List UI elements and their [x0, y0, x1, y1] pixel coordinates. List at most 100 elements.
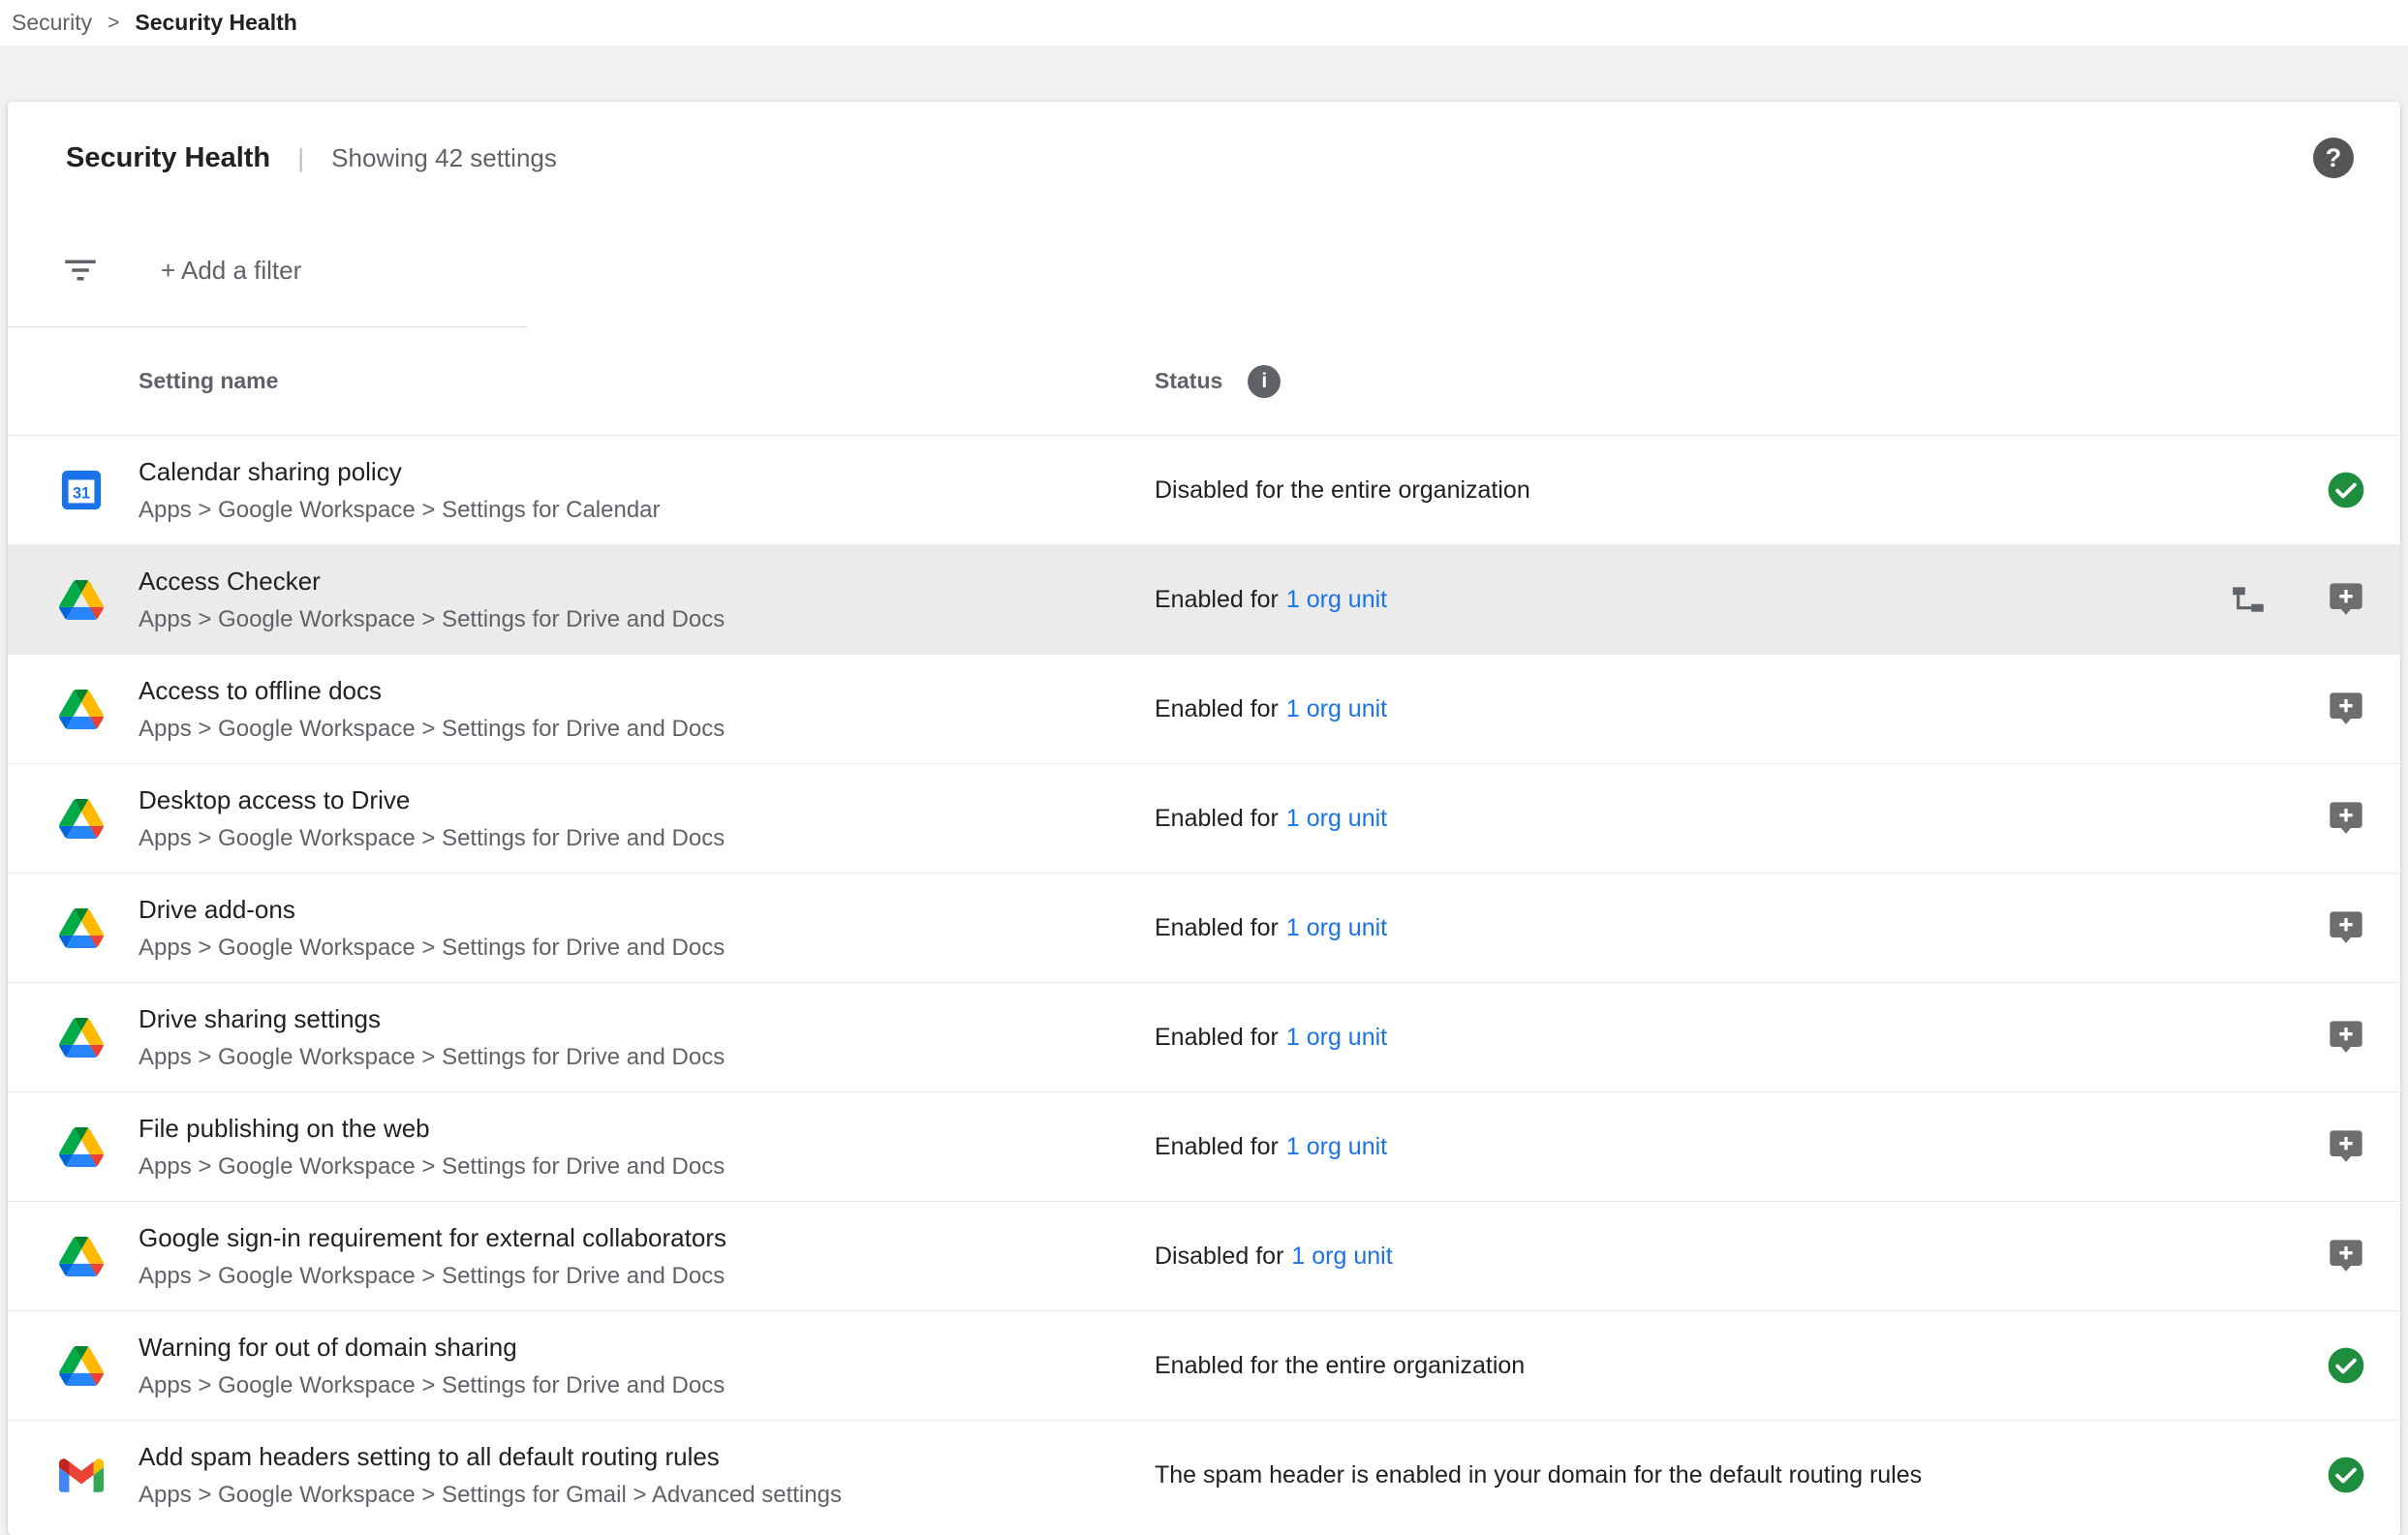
page-title: Security Health — [66, 142, 270, 174]
status-text: The spam header is enabled in your domai… — [1155, 1461, 1922, 1489]
setting-name: Add spam headers setting to all default … — [139, 1441, 1116, 1473]
status-ok-icon — [2327, 471, 2365, 509]
org-unit-link[interactable]: 1 org unit — [1286, 1024, 1387, 1051]
setting-path: Apps > Google Workspace > Settings for D… — [139, 716, 1116, 743]
setting-name: Warning for out of domain sharing — [139, 1332, 1116, 1364]
status-text: Enabled for — [1155, 1024, 1279, 1051]
drive-icon — [58, 1014, 105, 1060]
breadcrumb-separator: > — [108, 12, 119, 35]
setting-status: Disabled for 1 org unit — [1155, 1243, 2327, 1271]
status-ok-icon — [2327, 1456, 2365, 1494]
recommendation-icon[interactable] — [2327, 1018, 2365, 1057]
gmail-icon — [58, 1452, 105, 1498]
table-row[interactable]: 31 Calendar sharing policy Apps > Google… — [8, 435, 2400, 544]
setting-status: The spam header is enabled in your domai… — [1155, 1461, 2327, 1489]
org-unit-link[interactable]: 1 org unit — [1286, 695, 1387, 722]
drive-icon — [58, 1342, 105, 1389]
status-ok-icon — [2327, 1346, 2365, 1385]
setting-name: Desktop access to Drive — [139, 784, 1116, 816]
row-actions — [2327, 1237, 2365, 1275]
column-status: Status i — [1155, 365, 1281, 398]
breadcrumb-security[interactable]: Security — [12, 10, 92, 36]
status-text: Enabled for — [1155, 914, 1279, 941]
table-row[interactable]: Drive sharing settings Apps > Google Wor… — [8, 982, 2400, 1091]
column-setting-name: Setting name — [139, 368, 1155, 394]
setting-name: Access to offline docs — [139, 675, 1116, 707]
setting-status: Enabled for the entire organization — [1155, 1352, 2327, 1380]
status-text: Enabled for — [1155, 695, 1279, 722]
setting-path: Apps > Google Workspace > Settings for C… — [139, 497, 1116, 524]
setting-status: Enabled for 1 org unit — [1155, 914, 2327, 942]
add-filter-button[interactable]: + Add a filter — [161, 256, 301, 286]
row-actions — [2327, 471, 2365, 509]
recommendation-icon[interactable] — [2327, 580, 2365, 619]
table-header: Setting name Status i — [8, 327, 2400, 435]
setting-status: Enabled for 1 org unit — [1155, 805, 2327, 833]
row-actions — [2327, 690, 2365, 728]
status-text: Enabled for — [1155, 805, 1279, 832]
setting-status: Disabled for the entire organization — [1155, 476, 2327, 505]
org-unit-link[interactable]: 1 org unit — [1286, 1133, 1387, 1160]
row-actions — [2327, 1127, 2365, 1166]
org-unit-link[interactable]: 1 org unit — [1286, 914, 1387, 941]
recommendation-icon[interactable] — [2327, 690, 2365, 728]
org-unit-link[interactable]: 1 org unit — [1286, 586, 1387, 613]
table-row[interactable]: Warning for out of domain sharing Apps >… — [8, 1310, 2400, 1420]
table-row[interactable]: Access Checker Apps > Google Workspace >… — [8, 544, 2400, 654]
status-text: Enabled for — [1155, 1133, 1279, 1160]
setting-name: File publishing on the web — [139, 1113, 1116, 1145]
org-unit-link[interactable]: 1 org unit — [1291, 1243, 1392, 1270]
setting-status: Enabled for 1 org unit — [1155, 1024, 2327, 1052]
settings-count: Showing 42 settings — [331, 143, 557, 173]
status-column-label: Status — [1155, 368, 1222, 394]
filter-list-icon — [60, 250, 101, 291]
calendar-icon: 31 — [58, 467, 105, 513]
breadcrumb-current-page: Security Health — [135, 10, 296, 36]
recommendation-icon[interactable] — [2327, 799, 2365, 838]
drive-icon — [58, 1123, 105, 1170]
breadcrumb: Security > Security Health — [0, 0, 2408, 46]
row-actions — [2327, 1018, 2365, 1057]
filter-bar: + Add a filter — [8, 214, 528, 327]
org-unit-link[interactable]: 1 org unit — [1286, 805, 1387, 832]
drive-icon — [58, 576, 105, 623]
setting-path: Apps > Google Workspace > Settings for D… — [139, 1153, 1116, 1181]
setting-status: Enabled for 1 org unit — [1155, 586, 2230, 614]
svg-text:31: 31 — [73, 485, 90, 503]
table-row[interactable]: Google sign-in requirement for external … — [8, 1201, 2400, 1310]
setting-status: Enabled for 1 org unit — [1155, 1133, 2327, 1161]
status-text: Enabled for the entire organization — [1155, 1352, 1525, 1379]
setting-path: Apps > Google Workspace > Settings for D… — [139, 1263, 1116, 1290]
row-actions — [2327, 1346, 2365, 1385]
drive-icon — [58, 1233, 105, 1279]
recommendation-icon[interactable] — [2327, 1237, 2365, 1275]
table-row[interactable]: Drive add-ons Apps > Google Workspace > … — [8, 873, 2400, 982]
setting-path: Apps > Google Workspace > Settings for D… — [139, 1372, 1116, 1399]
org-unit-icon[interactable] — [2230, 581, 2267, 618]
recommendation-icon[interactable] — [2327, 1127, 2365, 1166]
setting-path: Apps > Google Workspace > Settings for D… — [139, 935, 1116, 962]
setting-name: Access Checker — [139, 566, 1116, 598]
row-actions — [2327, 908, 2365, 947]
setting-name: Calendar sharing policy — [139, 456, 1116, 488]
setting-name: Drive add-ons — [139, 894, 1116, 926]
row-actions — [2327, 1456, 2365, 1494]
help-icon[interactable]: ? — [2313, 138, 2354, 178]
table-row[interactable]: Access to offline docs Apps > Google Wor… — [8, 654, 2400, 763]
card-header: Security Health | Showing 42 settings ? — [8, 102, 2400, 214]
table-row[interactable]: Desktop access to Drive Apps > Google Wo… — [8, 763, 2400, 873]
table-row[interactable]: Add spam headers setting to all default … — [8, 1420, 2400, 1529]
table-row[interactable]: File publishing on the web Apps > Google… — [8, 1091, 2400, 1201]
setting-path: Apps > Google Workspace > Settings for D… — [139, 825, 1116, 852]
recommendation-icon[interactable] — [2327, 908, 2365, 947]
status-text: Enabled for — [1155, 586, 1279, 613]
drive-icon — [58, 686, 105, 732]
status-text: Disabled for — [1155, 1243, 1283, 1270]
setting-path: Apps > Google Workspace > Settings for D… — [139, 606, 1116, 633]
setting-status: Enabled for 1 org unit — [1155, 695, 2327, 723]
setting-name: Drive sharing settings — [139, 1003, 1116, 1035]
row-actions — [2230, 580, 2365, 619]
drive-icon — [58, 905, 105, 951]
settings-list: 31 Calendar sharing policy Apps > Google… — [8, 435, 2400, 1529]
info-icon[interactable]: i — [1248, 365, 1281, 398]
